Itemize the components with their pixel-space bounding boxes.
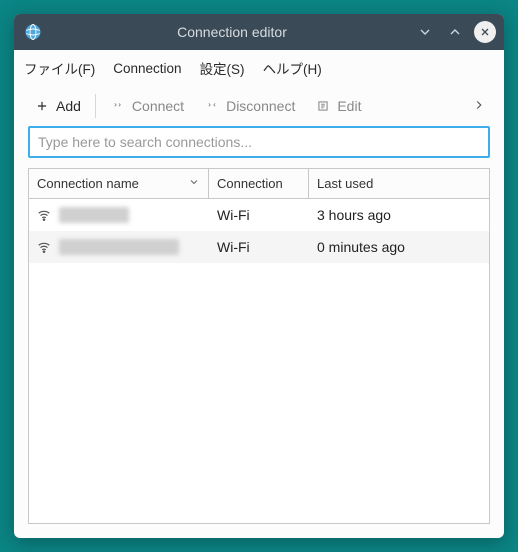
window: Connection editor ファイル(F) Connection 設定(…	[14, 14, 504, 538]
add-label: Add	[56, 98, 81, 114]
close-button[interactable]	[474, 21, 496, 43]
window-controls	[414, 21, 496, 43]
header-connection-label: Connection	[217, 176, 283, 191]
disconnect-label: Disconnect	[226, 98, 295, 114]
connection-name-redacted	[59, 207, 129, 223]
wifi-icon	[37, 208, 51, 222]
menu-help[interactable]: ヘルプ(H)	[263, 58, 322, 78]
search-wrap	[14, 126, 504, 168]
menu-connection[interactable]: Connection	[113, 61, 181, 76]
header-connection-type[interactable]: Connection	[209, 169, 309, 198]
table-row[interactable]: Wi-Fi3 hours ago	[29, 199, 489, 231]
window-title: Connection editor	[50, 24, 414, 40]
connections-table: Connection name Connection Last used Wi-…	[28, 168, 490, 524]
header-lastused-label: Last used	[317, 176, 373, 191]
menubar: ファイル(F) Connection 設定(S) ヘルプ(H)	[14, 50, 504, 86]
header-name-label: Connection name	[37, 176, 139, 191]
toolbar-separator	[95, 94, 96, 118]
connect-button[interactable]: Connect	[100, 92, 194, 120]
disconnect-button[interactable]: Disconnect	[194, 92, 305, 120]
cell-last-used: 3 hours ago	[309, 207, 489, 223]
edit-label: Edit	[337, 98, 361, 114]
edit-icon	[315, 98, 331, 114]
wifi-icon	[37, 240, 51, 254]
add-button[interactable]: Add	[24, 92, 91, 120]
minimize-button[interactable]	[414, 21, 436, 43]
toolbar-overflow-button[interactable]	[464, 92, 494, 121]
menu-file[interactable]: ファイル(F)	[24, 58, 95, 78]
plus-icon	[34, 98, 50, 114]
connection-name-redacted	[59, 239, 179, 255]
toolbar: Add Connect Disconnect Edit	[14, 86, 504, 126]
search-input[interactable]	[28, 126, 490, 158]
edit-button[interactable]: Edit	[305, 92, 371, 120]
table-body: Wi-Fi3 hours agoWi-Fi0 minutes ago	[29, 199, 489, 263]
maximize-button[interactable]	[444, 21, 466, 43]
app-icon	[24, 23, 42, 41]
header-connection-name[interactable]: Connection name	[29, 169, 209, 198]
cell-connection-name	[29, 207, 209, 223]
header-last-used[interactable]: Last used	[309, 169, 489, 198]
table-header: Connection name Connection Last used	[29, 169, 489, 199]
connect-label: Connect	[132, 98, 184, 114]
table-row[interactable]: Wi-Fi0 minutes ago	[29, 231, 489, 263]
cell-last-used: 0 minutes ago	[309, 239, 489, 255]
plug-connect-icon	[110, 98, 126, 114]
sort-icon	[188, 176, 200, 191]
cell-connection-name	[29, 239, 209, 255]
menu-settings[interactable]: 設定(S)	[200, 58, 245, 78]
titlebar[interactable]: Connection editor	[14, 14, 504, 50]
cell-connection-type: Wi-Fi	[209, 207, 309, 223]
cell-connection-type: Wi-Fi	[209, 239, 309, 255]
plug-disconnect-icon	[204, 98, 220, 114]
